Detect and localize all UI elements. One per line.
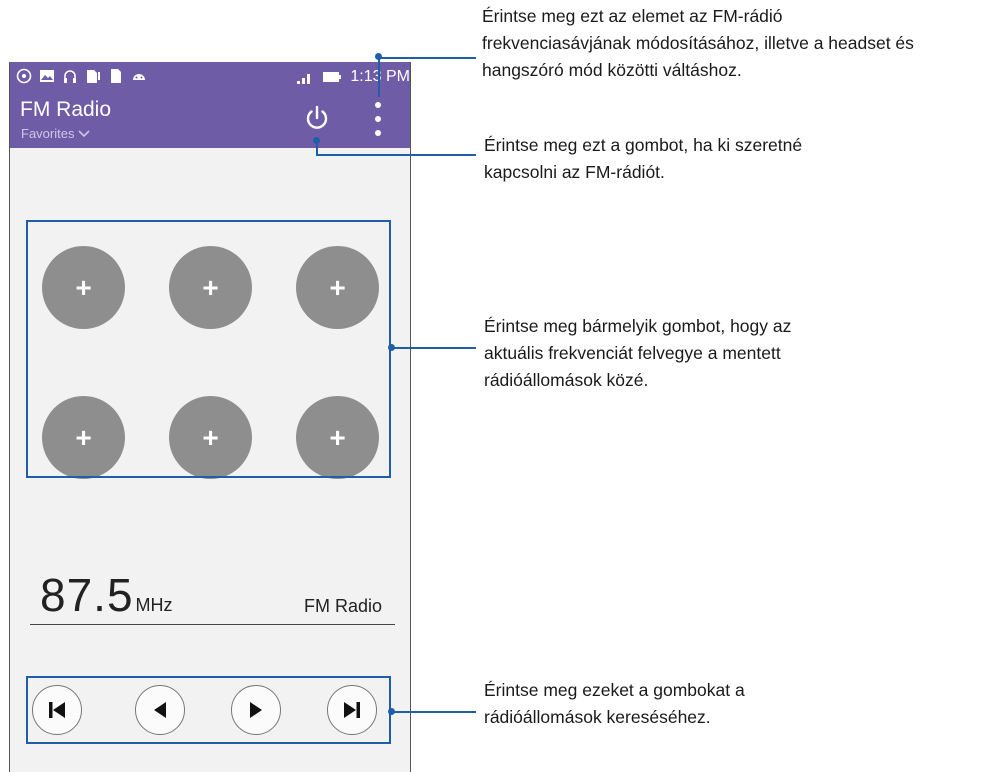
favorites-callout-line <box>392 347 476 349</box>
battery-icon <box>323 72 342 82</box>
menu-callout-text: Érintse meg ezt az elemet az FM-rádió fr… <box>482 6 914 80</box>
power-callout-text: Érintse meg ezt a gombot, ha ki szeretné… <box>484 135 803 182</box>
divider <box>30 624 395 625</box>
controls-callout-dot <box>388 708 395 715</box>
controls-highlight-frame <box>26 676 391 744</box>
status-time: 1:13 PM <box>350 68 410 85</box>
app-bar: FM Radio Favorites <box>10 92 410 148</box>
clock-settings-icon <box>16 68 32 84</box>
power-callout-hline <box>316 154 476 156</box>
frequency-unit: MHz <box>135 595 173 615</box>
signal-icon <box>297 74 311 84</box>
power-callout-dot <box>313 137 320 144</box>
favorites-callout-text: Érintse meg bármelyik gombot, hogy az ak… <box>484 316 792 390</box>
menu-callout-dot <box>375 53 382 60</box>
favorites-highlight-frame <box>26 220 391 478</box>
sd-card-icon <box>111 69 121 83</box>
favorites-callout-dot <box>388 344 395 351</box>
overflow-menu-icon[interactable] <box>374 102 382 136</box>
image-icon <box>40 70 54 82</box>
favorites-label: Favorites <box>21 126 75 141</box>
app-title: FM Radio <box>20 98 112 121</box>
station-name: FM Radio <box>303 596 382 616</box>
status-bar: 1:13 PM <box>10 62 410 92</box>
menu-callout-hline <box>378 57 476 59</box>
headset-icon <box>64 70 76 83</box>
power-icon[interactable] <box>303 104 331 132</box>
controls-callout-text: Érintse meg ezeket a gombokat a rádióáll… <box>484 680 745 727</box>
frequency-value: 87.5 <box>40 569 134 621</box>
menu-callout-vline <box>378 57 380 97</box>
sim-icon <box>87 70 100 83</box>
android-icon <box>133 74 145 80</box>
favorites-dropdown[interactable]: Favorites <box>21 126 91 141</box>
frequency-display: 87.5 MHz <box>40 568 173 622</box>
chevron-down-icon <box>78 129 91 137</box>
controls-callout-line <box>392 711 476 713</box>
